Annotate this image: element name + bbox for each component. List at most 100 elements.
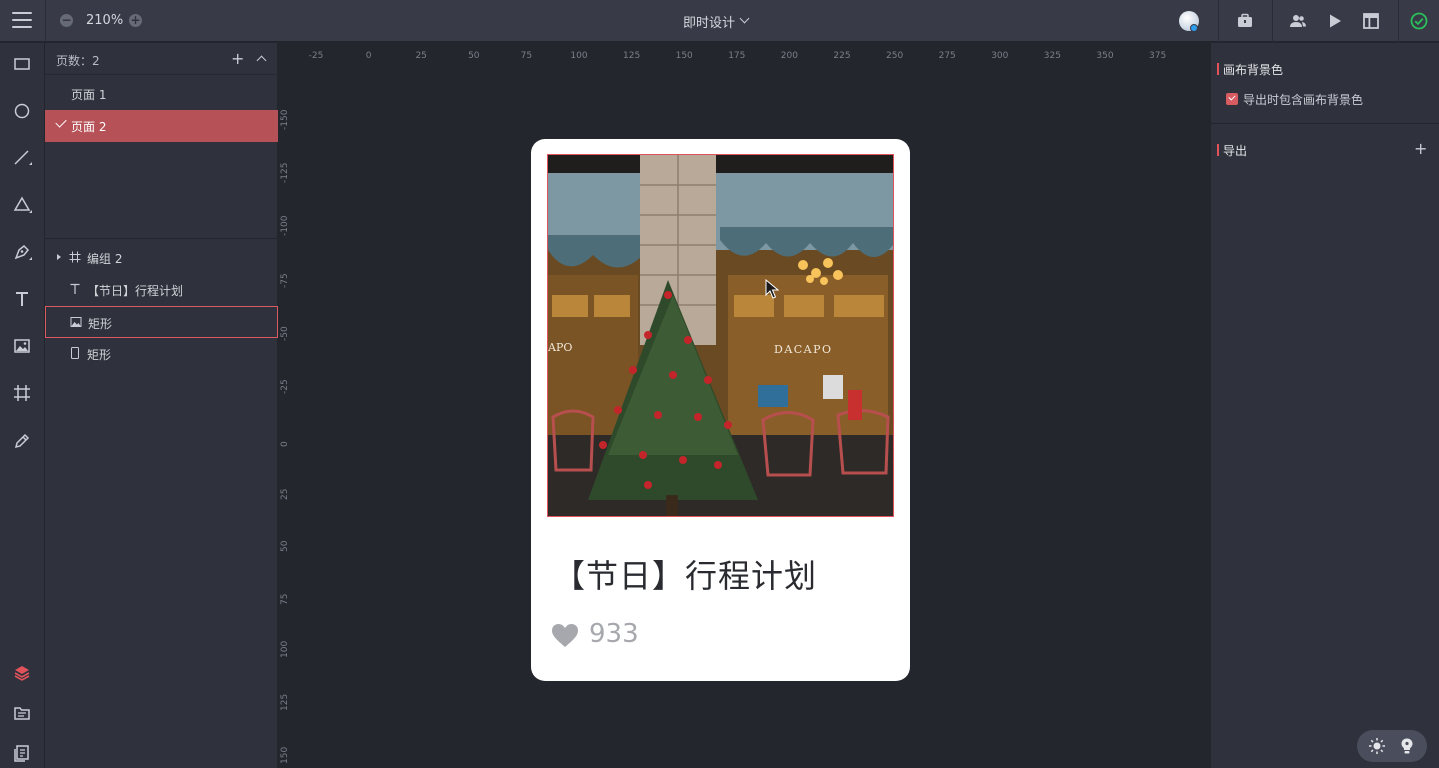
zoom-in-button[interactable]: + bbox=[129, 14, 142, 27]
canvas[interactable]: -25 0 25 50 75 100 125 150 175 200 225 250 275 300 325… bbox=[278, 43, 1210, 768]
tool-bar bbox=[0, 43, 45, 768]
like-count: 933 bbox=[589, 619, 639, 649]
ellipse-tool-icon[interactable] bbox=[12, 101, 32, 121]
ruler-tick-label: 325 bbox=[1043, 51, 1061, 61]
page-label: 页面 1 bbox=[71, 88, 107, 102]
ruler-tick-label: -50 bbox=[280, 326, 290, 342]
sign-text-left: APO bbox=[548, 341, 572, 354]
ruler-tick-label: 100 bbox=[570, 51, 588, 61]
layer-item-selected[interactable]: 矩形 bbox=[45, 306, 278, 338]
app: − 210% + 即时设计 页数：2 + 页面 1 页面 2 编组 2 【节日】… bbox=[0, 0, 1439, 768]
pen-tool-icon[interactable] bbox=[12, 242, 32, 262]
ruler-tick-label: 300 bbox=[991, 51, 1009, 61]
zoom-out-button[interactable]: − bbox=[60, 14, 73, 27]
canvas-background-section-title: 画布背景色 bbox=[1223, 63, 1284, 77]
export-section-title: 导出 bbox=[1223, 144, 1248, 158]
ruler-tick-label: 225 bbox=[833, 51, 851, 61]
section-accent bbox=[1217, 63, 1219, 75]
rectangle-icon bbox=[71, 347, 79, 359]
page-label: 页面 2 bbox=[71, 120, 107, 134]
ruler-tick-label: 375 bbox=[1149, 51, 1167, 61]
components-library-icon[interactable] bbox=[12, 743, 32, 763]
page-count: 页数：2 bbox=[56, 54, 100, 68]
mouse-cursor-icon bbox=[765, 279, 779, 299]
layer-label: 【节日】行程计划 bbox=[87, 284, 184, 298]
chevron-down-icon[interactable] bbox=[739, 13, 750, 24]
play-icon[interactable] bbox=[1326, 12, 1344, 30]
ruler-tick-label: -25 bbox=[280, 379, 290, 394]
divider bbox=[1218, 0, 1219, 42]
ruler-tick-label: -100 bbox=[280, 215, 290, 236]
divider bbox=[1398, 0, 1399, 42]
ruler-tick-label: 25 bbox=[415, 51, 427, 61]
menu-icon[interactable] bbox=[12, 12, 32, 30]
expand-caret-icon[interactable] bbox=[57, 254, 61, 260]
frame-icon bbox=[69, 251, 81, 263]
pages-layers-panel: 页数：2 + 页面 1 页面 2 编组 2 【节日】行程计划 矩形 矩形 bbox=[45, 43, 278, 768]
ruler-tick-label: 25 bbox=[280, 488, 290, 500]
page-item[interactable]: 页面 1 bbox=[45, 78, 278, 110]
heart-icon[interactable] bbox=[551, 623, 579, 649]
pages-header: 页数：2 + bbox=[45, 43, 278, 75]
toolbox-icon[interactable] bbox=[1236, 12, 1254, 30]
top-bar: − 210% + 即时设计 bbox=[0, 0, 1439, 42]
ruler-tick-label: 75 bbox=[280, 593, 290, 606]
design-card[interactable]: APO DACAPO 【节日】行程计划 933 bbox=[531, 139, 910, 681]
divider bbox=[1272, 0, 1273, 42]
add-page-button[interactable]: + bbox=[231, 49, 244, 68]
image-tool-icon[interactable] bbox=[12, 336, 32, 356]
layers-icon[interactable] bbox=[12, 663, 32, 683]
rectangle-tool-icon[interactable] bbox=[12, 54, 32, 74]
card-title[interactable]: 【节日】行程计划 bbox=[553, 551, 817, 597]
layer-item[interactable]: 编组 2 bbox=[45, 242, 278, 274]
lightbulb-icon[interactable] bbox=[1398, 737, 1416, 755]
layer-item[interactable]: 【节日】行程计划 bbox=[45, 274, 278, 306]
sign-text-right: DACAPO bbox=[774, 343, 833, 356]
check-icon bbox=[55, 116, 67, 128]
pencil-tool-icon[interactable] bbox=[12, 430, 32, 450]
chevron-up-icon[interactable] bbox=[256, 55, 267, 66]
collaborators-icon[interactable] bbox=[1289, 12, 1307, 30]
line-tool-icon[interactable] bbox=[12, 148, 32, 168]
divider bbox=[45, 238, 278, 239]
ruler-vertical: -150 -125 -100 -75 -50 -25 0 25 50 75 100 125 150 bbox=[278, 65, 300, 768]
sun-icon[interactable] bbox=[1368, 737, 1386, 755]
assets-folder-icon[interactable] bbox=[12, 703, 32, 723]
layer-label: 矩形 bbox=[87, 348, 112, 362]
ruler-tick-label: -75 bbox=[280, 273, 290, 289]
ruler-tick-label: -125 bbox=[280, 162, 290, 183]
ruler-tick-label: 200 bbox=[780, 51, 798, 61]
document-title[interactable]: 即时设计 bbox=[683, 12, 735, 31]
ruler-tick-label: 50 bbox=[468, 51, 480, 61]
ruler-tick-label: 50 bbox=[280, 540, 290, 553]
layer-item[interactable]: 矩形 bbox=[45, 338, 278, 370]
include-background-label[interactable]: 导出时包含画布背景色 bbox=[1243, 91, 1363, 108]
ruler-tick-label: 0 bbox=[280, 441, 290, 447]
ruler-tick-label: 350 bbox=[1096, 51, 1114, 61]
layer-label: 矩形 bbox=[88, 317, 113, 331]
saved-check-icon bbox=[1410, 12, 1428, 30]
ruler-tick-label: 275 bbox=[938, 51, 956, 61]
ruler-horizontal: -25 0 25 50 75 100 125 150 175 200 225 250 275 300 325… bbox=[278, 43, 1210, 65]
page-item-active[interactable]: 页面 2 bbox=[45, 110, 278, 142]
photo-illustration: APO DACAPO bbox=[548, 155, 893, 516]
layout-icon[interactable] bbox=[1362, 12, 1380, 30]
ruler-tick-label: 250 bbox=[886, 51, 904, 61]
zoom-level[interactable]: 210% bbox=[86, 13, 123, 28]
polygon-tool-icon[interactable] bbox=[12, 195, 32, 215]
divider bbox=[1211, 123, 1439, 124]
online-status-dot bbox=[1190, 24, 1198, 32]
ruler-tick-label: 0 bbox=[365, 51, 372, 61]
ruler-tick-label: 125 bbox=[623, 51, 641, 61]
ruler-tick-label: 150 bbox=[675, 51, 693, 61]
ruler-tick-label: 175 bbox=[728, 51, 746, 61]
text-tool-icon[interactable] bbox=[12, 289, 32, 309]
layer-label: 编组 2 bbox=[87, 252, 123, 266]
add-export-button[interactable]: + bbox=[1414, 139, 1427, 158]
ruler-tick-label: 100 bbox=[280, 640, 290, 658]
divider bbox=[45, 0, 46, 42]
frame-tool-icon[interactable] bbox=[12, 383, 32, 403]
include-background-checkbox[interactable] bbox=[1226, 93, 1238, 105]
ruler-tick-label: 75 bbox=[520, 51, 533, 61]
cafe-christmas-photo[interactable]: APO DACAPO bbox=[547, 154, 894, 517]
